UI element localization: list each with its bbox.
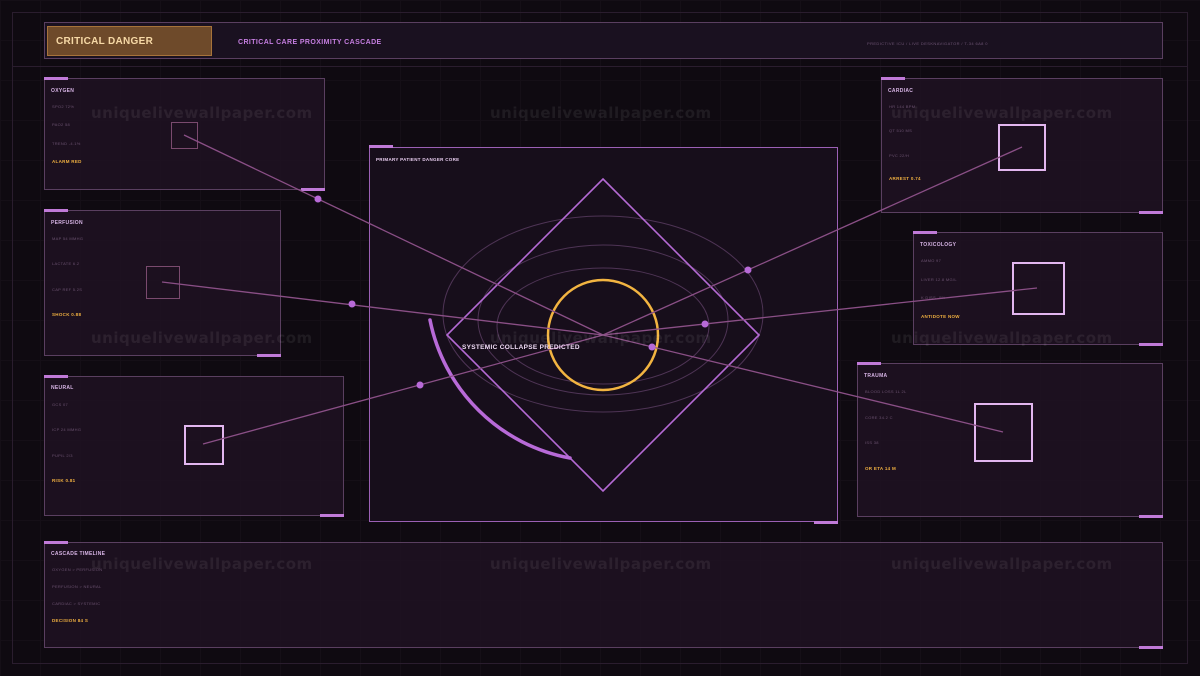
critical-danger-badge[interactable]: CRITICAL DANGER (47, 26, 212, 56)
watermark-text: uniquelivewallpaper.com (891, 329, 1113, 347)
panel-title: TRAUMA (864, 373, 888, 379)
panel-metric: CAP REF 5.2S (52, 287, 83, 292)
panel-metric: PVC 22/H (889, 153, 910, 158)
panel-metric: PAO2 58 (52, 122, 71, 127)
panel-metric: GCS 07 (52, 402, 69, 407)
watermark-text: uniquelivewallpaper.com (891, 104, 1113, 122)
corner-accent (320, 514, 344, 517)
panel-metric: ICP 24 MMHG (52, 427, 82, 432)
panel-metric: LACTATE 6.2 (52, 261, 80, 266)
header-divider (12, 66, 1188, 67)
corner-accent (1139, 515, 1163, 518)
panel-alarm: SHOCK 0.88 (52, 312, 82, 317)
watermark-text: uniquelivewallpaper.com (490, 329, 712, 347)
panel-metric: CORE 34.2 C (865, 415, 893, 420)
corner-accent (44, 77, 68, 80)
timeline-step: CARDIAC > SYSTEMIC (52, 601, 101, 606)
watermark-text: uniquelivewallpaper.com (91, 329, 313, 347)
node-marker[interactable] (146, 266, 180, 299)
panel-metric: SPO2 72% (52, 104, 75, 109)
corner-accent (44, 209, 68, 212)
panel-alarm: ANTIDOTE NOW (921, 314, 960, 319)
corner-accent (369, 145, 393, 148)
panel-title: CARDIAC (888, 88, 914, 94)
corner-accent (814, 521, 838, 524)
header-bar: CRITICAL DANGER CRITICAL CARE PROXIMITY … (44, 22, 1163, 59)
panel-metric: AMMO 97 (921, 258, 942, 263)
corner-accent (44, 541, 68, 544)
corner-accent (1139, 343, 1163, 346)
panel-oxygen[interactable]: OXYGEN SPO2 72% PAO2 58 TREND -4.1% ALAR… (44, 77, 325, 191)
node-marker[interactable] (184, 425, 224, 465)
panel-metric: BLOOD LOSS 1L 2L (865, 389, 907, 394)
panel-alarm: ARREST 0.74 (889, 176, 921, 181)
panel-alarm: ALARM RED (52, 159, 82, 164)
panel-neural[interactable]: NEURAL GCS 07 ICP 24 MMHG PUPIL 2/3 RISK… (44, 375, 344, 517)
corner-accent (301, 188, 325, 191)
timeline-step: PERFUSION > NEURAL (52, 584, 102, 589)
node-marker[interactable] (974, 403, 1033, 462)
corner-accent (857, 362, 881, 365)
watermark-text: uniquelivewallpaper.com (891, 555, 1113, 573)
panel-trauma[interactable]: TRAUMA BLOOD LOSS 1L 2L CORE 34.2 C ISS … (857, 362, 1163, 518)
panel-alarm: RISK 0.81 (52, 478, 76, 483)
corner-accent (1139, 646, 1163, 649)
corner-accent (44, 375, 68, 378)
watermark-text: uniquelivewallpaper.com (91, 555, 313, 573)
corner-accent (881, 77, 905, 80)
panel-metric: MAP 54 MMHG (52, 236, 84, 241)
panel-cardiac[interactable]: CARDIAC HR 144 BPM QT 510 MS PVC 22/H AR… (881, 77, 1163, 214)
node-marker[interactable] (171, 122, 198, 149)
node-marker[interactable] (1012, 262, 1065, 315)
panel-title: NEURAL (51, 385, 74, 391)
panel-alarm: OR ETA 14 M (865, 466, 897, 471)
corner-accent (1139, 211, 1163, 214)
panel-title: TOXICOLOGY (920, 242, 957, 248)
panel-title: OXYGEN (51, 88, 75, 94)
panel-metric: LIVER 12.8 MG/L (921, 277, 957, 282)
panel-title: PERFUSION (51, 220, 83, 226)
node-marker[interactable] (998, 124, 1046, 171)
panel-metric: PUPIL 2/3 (52, 453, 73, 458)
panel-metric: K DISS -0% (921, 295, 946, 300)
watermark-text: uniquelivewallpaper.com (490, 555, 712, 573)
panel-metric: QT 510 MS (889, 128, 913, 133)
watermark-text: uniquelivewallpaper.com (91, 104, 313, 122)
corner-accent (257, 354, 281, 357)
alert-label: CRITICAL DANGER (56, 36, 154, 47)
header-meta-readout: PREDICTIVE ICU / LIVE DESKNAVIGATOR / T-… (867, 41, 988, 46)
corner-accent (913, 231, 937, 234)
panel-metric: TREND -4.1% (52, 141, 81, 146)
watermark-text: uniquelivewallpaper.com (490, 104, 712, 122)
core-title: PRIMARY PATIENT DANGER CORE (376, 157, 460, 162)
timeline-decision: DECISION 84 S (52, 618, 89, 623)
page-title: CRITICAL CARE PROXIMITY CASCADE (238, 39, 382, 46)
panel-metric: ISS 38 (865, 440, 879, 445)
